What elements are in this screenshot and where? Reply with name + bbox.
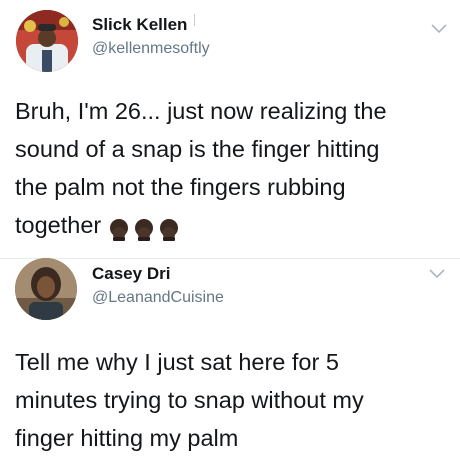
facepalm-emoji-icon: [160, 218, 179, 241]
tweet-text: Tell me why I just sat here for 5 minute…: [15, 343, 364, 457]
avatar-photo-icon: [16, 10, 78, 72]
facepalm-emoji-icon: [135, 218, 154, 241]
chevron-down-icon[interactable]: [428, 267, 446, 281]
tweet-card: Slick Kellen @kellenmesoftly Bruh, I'm 2…: [0, 0, 460, 258]
avatar-photo-icon: [15, 258, 77, 320]
facepalm-emoji-icon: [110, 218, 129, 241]
tweet-card: Casey Dri @LeanandCuisine Tell me why I …: [0, 258, 460, 476]
user-handle[interactable]: @LeanandCuisine: [92, 289, 224, 307]
tweet-text-line: the palm not the fingers rubbing: [15, 174, 346, 200]
name-divider: [194, 14, 195, 26]
display-name[interactable]: Slick Kellen: [92, 15, 187, 35]
display-name[interactable]: Casey Dri: [92, 264, 170, 284]
tweet-text-line: Bruh, I'm 26... just now realizing the: [15, 98, 387, 124]
user-handle[interactable]: @kellenmesoftly: [92, 40, 210, 58]
tweet-text-line: minutes trying to snap without my: [15, 387, 364, 413]
tweet-text-line: sound of a snap is the finger hitting: [15, 136, 380, 162]
tweet-text-line-with-emoji: together: [15, 206, 387, 244]
tweet-text: Bruh, I'm 26... just now realizing the s…: [15, 92, 387, 244]
avatar[interactable]: [16, 10, 78, 72]
tweet-text-word: together: [15, 212, 102, 238]
avatar[interactable]: [15, 258, 77, 320]
chevron-down-icon[interactable]: [430, 22, 448, 36]
emoji-row: [107, 208, 182, 246]
tweet-text-line: finger hitting my palm: [15, 425, 239, 451]
tweet-text-line: Tell me why I just sat here for 5: [15, 349, 339, 375]
